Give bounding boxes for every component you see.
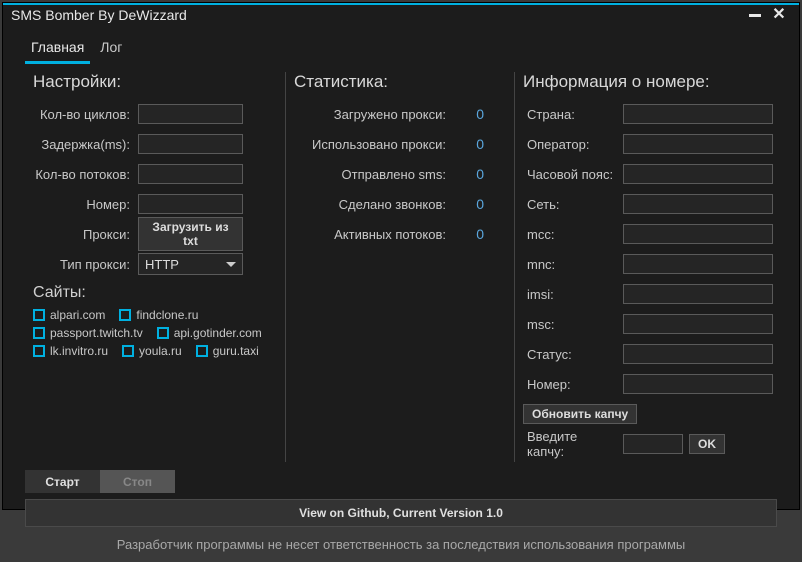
timezone-label: Часовой пояс: [523, 167, 623, 182]
number-input[interactable] [138, 194, 243, 214]
load-proxy-button[interactable]: Загрузить из txt [138, 217, 243, 251]
imsi-field[interactable] [623, 284, 773, 304]
checkbox-icon [157, 327, 169, 339]
threads-input[interactable] [138, 164, 243, 184]
proxy-type-select[interactable]: HTTP [138, 253, 243, 275]
checkbox-icon [33, 309, 45, 321]
checkbox-icon [119, 309, 131, 321]
captcha-input[interactable] [623, 434, 683, 454]
number-label: Номер: [33, 197, 138, 212]
stats-panel: Статистика: Загружено прокси:0 Использов… [285, 72, 515, 462]
timezone-field[interactable] [623, 164, 773, 184]
stop-button[interactable]: Стоп [100, 470, 175, 493]
checkbox-icon [33, 327, 45, 339]
calls-made-label: Сделано звонков: [294, 197, 454, 212]
msc-field[interactable] [623, 314, 773, 334]
active-threads-value: 0 [454, 226, 484, 242]
checkbox-icon [33, 345, 45, 357]
operator-field[interactable] [623, 134, 773, 154]
proxies-loaded-label: Загружено прокси: [294, 107, 454, 122]
sms-sent-value: 0 [454, 166, 484, 182]
status-label: Статус: [523, 347, 623, 362]
tab-main[interactable]: Главная [25, 35, 90, 64]
proxy-type-value: HTTP [145, 257, 179, 272]
tab-log[interactable]: Лог [94, 35, 128, 64]
mcc-label: mcc: [523, 227, 623, 242]
mcc-field[interactable] [623, 224, 773, 244]
minimize-icon [749, 14, 761, 17]
operator-label: Оператор: [523, 137, 623, 152]
network-field[interactable] [623, 194, 773, 214]
site-checkbox[interactable]: api.gotinder.com [157, 326, 262, 340]
proxy-type-label: Тип прокси: [33, 257, 138, 272]
imsi-label: imsi: [523, 287, 623, 302]
info-number-field[interactable] [623, 374, 773, 394]
site-checkbox[interactable]: alpari.com [33, 308, 105, 322]
refresh-captcha-button[interactable]: Обновить капчу [523, 404, 637, 424]
close-button[interactable]: ✕ [767, 5, 791, 25]
content-area: Настройки: Кол-во циклов: Задержка(ms): … [3, 64, 799, 466]
country-field[interactable] [623, 104, 773, 124]
tab-bar: Главная Лог [3, 25, 799, 64]
main-window: SMS Bomber By DeWizzard ✕ Главная Лог На… [2, 2, 800, 510]
delay-input[interactable] [138, 134, 243, 154]
settings-panel: Настройки: Кол-во циклов: Задержка(ms): … [25, 72, 285, 462]
proxies-used-value: 0 [454, 136, 484, 152]
mnc-label: mnc: [523, 257, 623, 272]
active-threads-label: Активных потоков: [294, 227, 454, 242]
site-checkbox[interactable]: youla.ru [122, 344, 182, 358]
disclaimer-text: Разработчик программы не несет ответстве… [3, 533, 799, 562]
stats-title: Статистика: [294, 72, 506, 92]
site-checkbox[interactable]: guru.taxi [196, 344, 259, 358]
site-checkbox[interactable]: passport.twitch.tv [33, 326, 143, 340]
info-number-label: Номер: [523, 377, 623, 392]
site-checkbox[interactable]: lk.invitro.ru [33, 344, 108, 358]
checkbox-icon [122, 345, 134, 357]
proxy-label: Прокси: [33, 227, 138, 242]
close-icon: ✕ [772, 7, 785, 23]
calls-made-value: 0 [454, 196, 484, 212]
settings-title: Настройки: [33, 72, 277, 92]
network-label: Сеть: [523, 197, 623, 212]
titlebar: SMS Bomber By DeWizzard ✕ [3, 3, 799, 25]
cycles-label: Кол-во циклов: [33, 107, 138, 122]
proxies-loaded-value: 0 [454, 106, 484, 122]
footer-buttons: Старт Стоп [3, 466, 799, 497]
status-field[interactable] [623, 344, 773, 364]
msc-label: msc: [523, 317, 623, 332]
info-title: Информация о номере: [523, 72, 773, 92]
info-panel: Информация о номере: Страна: Оператор: Ч… [515, 72, 781, 462]
start-button[interactable]: Старт [25, 470, 100, 493]
github-link[interactable]: View on Github, Current Version 1.0 [25, 499, 777, 527]
sites-title: Сайты: [33, 284, 277, 302]
enter-captcha-label: Введите капчу: [523, 429, 623, 459]
threads-label: Кол-во потоков: [33, 167, 138, 182]
mnc-field[interactable] [623, 254, 773, 274]
delay-label: Задержка(ms): [33, 137, 138, 152]
minimize-button[interactable] [743, 5, 767, 25]
window-title: SMS Bomber By DeWizzard [11, 7, 187, 23]
site-checkbox[interactable]: findclone.ru [119, 308, 198, 322]
sites-list: alpari.com findclone.ru passport.twitch.… [33, 308, 277, 358]
cycles-input[interactable] [138, 104, 243, 124]
checkbox-icon [196, 345, 208, 357]
proxies-used-label: Использовано прокси: [294, 137, 454, 152]
chevron-down-icon [226, 262, 236, 267]
captcha-ok-button[interactable]: OK [689, 434, 725, 454]
sms-sent-label: Отправлено sms: [294, 167, 454, 182]
country-label: Страна: [523, 107, 623, 122]
